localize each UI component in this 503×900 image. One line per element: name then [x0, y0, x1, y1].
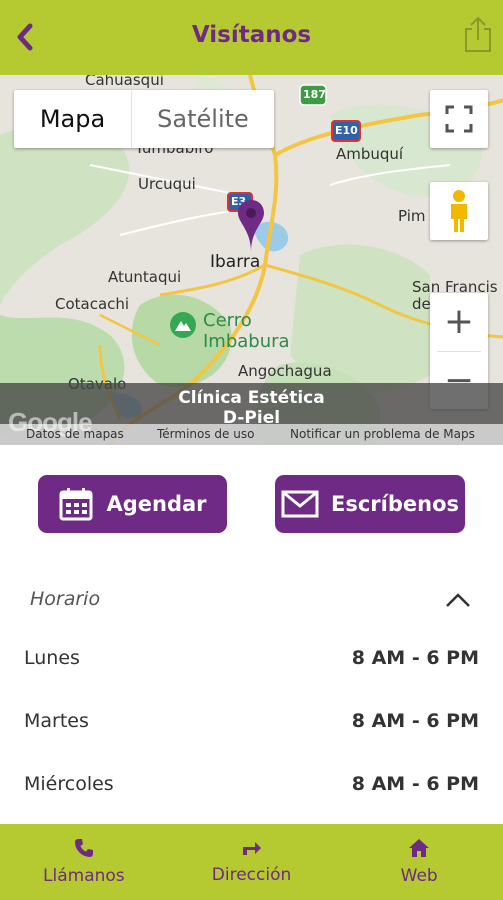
write-us-button[interactable]: Escríbenos [275, 475, 465, 533]
map-view[interactable]: Cahuasqui Tumbabiro Urcuqui Ambuquí Pim … [0, 75, 503, 445]
schedule-row: Lunes 8 AM - 6 PM [24, 647, 479, 677]
map-label-ibarra: Ibarra [210, 252, 261, 272]
nav-web-label: Web [400, 866, 438, 886]
schedule-hours: 8 AM - 6 PM [351, 710, 479, 732]
schedule-row: Miércoles 8 AM - 6 PM [24, 773, 479, 803]
map-label-cahuasqui: Cahuasqui [85, 75, 164, 89]
calendar-icon [59, 488, 93, 521]
pegman-icon [451, 190, 467, 232]
map-label-atuntaqui: Atuntaqui [108, 268, 182, 286]
schedule-row: Martes 8 AM - 6 PM [24, 710, 479, 740]
schedule-day: Miércoles [24, 773, 114, 795]
bottom-nav: Llámanos Dirección Web [0, 824, 503, 900]
nav-web[interactable]: Web [335, 824, 503, 900]
map-data-link[interactable]: Datos de mapas [26, 427, 124, 441]
chevron-up-icon [446, 593, 470, 607]
place-name: Clínica Estética D-Piel [0, 388, 503, 428]
terms-link[interactable]: Términos de uso [157, 427, 254, 441]
schedule-day: Martes [24, 710, 89, 732]
write-us-button-label: Escríbenos [331, 492, 459, 516]
nav-call[interactable]: Llámanos [0, 824, 168, 900]
nav-call-label: Llámanos [43, 866, 125, 886]
schedule-hours: 8 AM - 6 PM [351, 647, 479, 669]
map-label-urcuqui: Urcuqui [138, 175, 196, 193]
map-label-cerro: Cerro [203, 310, 252, 331]
map-label-ambuqui: Ambuquí [336, 145, 404, 163]
fullscreen-icon [445, 105, 473, 133]
route-shield-e10: E10 [335, 124, 358, 137]
phone-icon [74, 839, 93, 857]
map-type-satellite-button[interactable]: Satélite [132, 90, 274, 148]
zoom-in-button[interactable]: + [430, 293, 488, 351]
nav-directions-label: Dirección [211, 865, 292, 885]
place-name-line1: Clínica Estética [178, 388, 325, 408]
report-link[interactable]: Notificar un problema de Maps [290, 427, 475, 441]
home-icon [409, 839, 430, 857]
app-header: Visítanos [0, 0, 503, 75]
collapse-schedule-button[interactable] [440, 585, 476, 615]
map-label-cotacachi: Cotacachi [55, 295, 130, 313]
map-label-angochagua: Angochagua [238, 362, 332, 380]
map-label-imbabura: Imbabura [203, 331, 290, 352]
map-footer: Datos de mapas Términos de uso Notificar… [0, 424, 503, 445]
map-label-de: de [412, 295, 431, 313]
schedule-day: Lunes [24, 647, 80, 669]
map-type-map-button[interactable]: Mapa [14, 90, 132, 148]
schedule-hours: 8 AM - 6 PM [351, 773, 479, 795]
schedule-button[interactable]: Agendar [38, 475, 227, 533]
location-pin-icon[interactable] [236, 198, 266, 254]
page-title: Visítanos [191, 22, 312, 48]
schedule-button-label: Agendar [106, 492, 207, 516]
share-icon [465, 16, 491, 52]
route-shield-187: 187 [303, 88, 326, 101]
street-view-button[interactable] [430, 182, 488, 240]
directions-arrow-icon [242, 842, 261, 855]
share-button[interactable] [461, 14, 495, 54]
fullscreen-button[interactable] [430, 90, 488, 148]
mail-icon [281, 490, 319, 518]
schedule-title: Horario [30, 588, 101, 610]
map-type-toggle: Mapa Satélite [14, 90, 274, 148]
map-label-pim: Pim [398, 207, 426, 225]
nav-directions[interactable]: Dirección [168, 824, 336, 900]
mountain-icon [170, 312, 196, 338]
